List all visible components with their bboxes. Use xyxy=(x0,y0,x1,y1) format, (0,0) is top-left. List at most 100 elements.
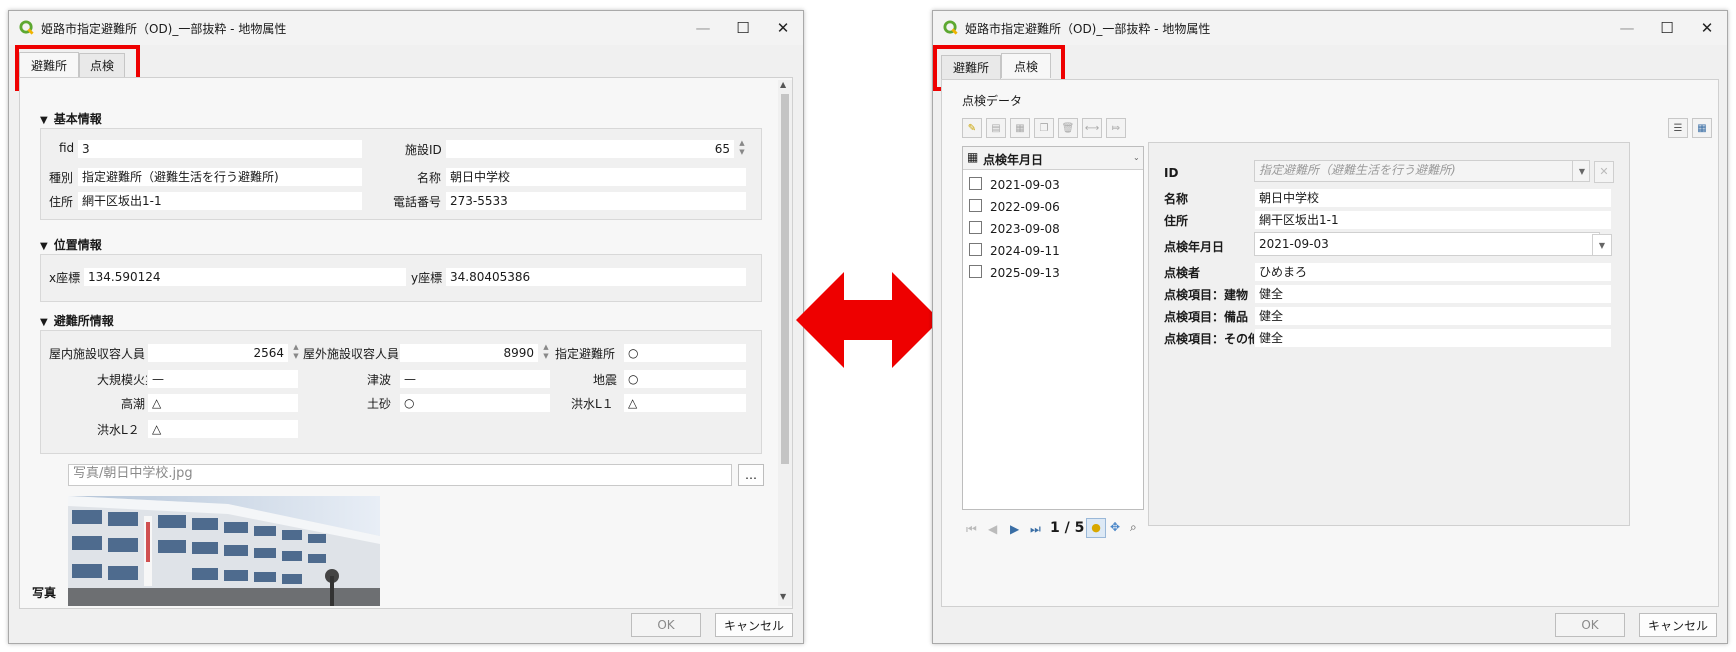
large-fire-field[interactable]: — xyxy=(147,369,299,389)
left-cancel-button[interactable]: キャンセル xyxy=(715,613,793,637)
form-date-field[interactable]: 2021-09-03 xyxy=(1254,232,1600,256)
earthquake-field[interactable]: ○ xyxy=(623,369,747,389)
maximize-icon[interactable]: ☐ xyxy=(721,16,765,40)
list-item[interactable]: 2022-09-06 xyxy=(969,199,1060,214)
left-ok-button[interactable]: OK xyxy=(631,613,701,637)
building-field[interactable]: 健全 xyxy=(1254,284,1612,304)
inspection-date-list[interactable]: ▦ 点検年月日 ⌄ 2021-09-03 2022-09-06 2023-09-… xyxy=(962,146,1144,510)
form-name-field[interactable]: 朝日中学校 xyxy=(1254,188,1612,208)
shelter-info-group: 屋内施設収容人員 2564 ▲ ▼ 屋外施設収容人員 8990 ▲ ▼ 指定避難所 … xyxy=(40,330,762,454)
id-clear-icon[interactable]: ✕ xyxy=(1594,161,1614,183)
indoor-capacity-field[interactable]: 2564 xyxy=(147,343,289,363)
indoor-capacity-spinner-icon[interactable]: ▲ ▼ xyxy=(291,343,301,363)
table-view-icon[interactable]: ▦ xyxy=(1692,118,1712,138)
list-header[interactable]: ▦ 点検年月日 ⌄ xyxy=(963,147,1143,170)
form-view-icon[interactable]: ☰ xyxy=(1668,118,1688,138)
basic-info-header[interactable]: ▼ 基本情報 xyxy=(40,110,102,127)
list-item[interactable]: 2024-09-11 xyxy=(969,243,1060,258)
checkbox[interactable] xyxy=(969,199,982,212)
duplicate-icon[interactable]: ❐ xyxy=(1034,118,1054,138)
close-icon[interactable]: ✕ xyxy=(761,16,805,40)
minimize-icon[interactable]: — xyxy=(1605,16,1649,40)
checkbox[interactable] xyxy=(969,243,982,256)
list-item[interactable]: 2021-09-03 xyxy=(969,177,1060,192)
first-record-icon[interactable]: ⏮ xyxy=(966,522,977,537)
scroll-thumb[interactable] xyxy=(781,94,789,464)
other-field[interactable]: 健全 xyxy=(1254,328,1612,348)
tsunami-field[interactable]: — xyxy=(399,369,551,389)
unlink-icon[interactable]: ⤇ xyxy=(1106,118,1126,138)
shelter-info-header[interactable]: ▼ 避難所情報 xyxy=(40,312,114,329)
minimize-icon[interactable]: — xyxy=(681,16,725,40)
type-field[interactable]: 指定避難所（避難生活を行う避難所) xyxy=(77,167,363,187)
id-combobox[interactable]: 指定避難所（避難生活を行う避難所) xyxy=(1254,160,1590,182)
highlight-bulb-icon[interactable]: ● xyxy=(1086,518,1106,538)
basic-info-title: 基本情報 xyxy=(53,112,102,126)
pan-to-icon[interactable]: ✥ xyxy=(1110,520,1120,534)
right-window-title: 姫路市指定避難所（OD)_一部抜粋 - 地物属性 xyxy=(965,22,1211,36)
checkbox[interactable] xyxy=(969,221,982,234)
scroll-down-icon[interactable]: ▼ xyxy=(780,592,786,601)
save-icon[interactable]: ▤ xyxy=(986,118,1006,138)
outdoor-capacity-field[interactable]: 8990 xyxy=(399,343,539,363)
date-dropdown-icon[interactable]: ▼ xyxy=(1592,234,1612,256)
landslide-field[interactable]: ○ xyxy=(399,393,551,413)
scroll-up-icon[interactable]: ▲ xyxy=(780,80,786,89)
storm-surge-field[interactable]: △ xyxy=(147,393,299,413)
list-item-label: 2025-09-13 xyxy=(990,266,1060,280)
fid-label: fid xyxy=(59,141,75,155)
last-record-icon[interactable]: ⏭ xyxy=(1030,522,1041,537)
facility-id-label: 施設ID xyxy=(405,143,442,157)
id-dropdown-icon[interactable]: ▼ xyxy=(1572,161,1591,181)
checkbox[interactable] xyxy=(969,177,982,190)
close-icon[interactable]: ✕ xyxy=(1685,16,1729,40)
fid-field[interactable]: 3 xyxy=(77,139,363,159)
right-cancel-button[interactable]: キャンセル xyxy=(1639,613,1717,637)
outdoor-capacity-label: 屋外施設収容人員 xyxy=(303,347,400,361)
address-label: 住所 xyxy=(49,195,74,209)
position-info-header[interactable]: ▼ 位置情報 xyxy=(40,236,102,253)
prev-record-icon[interactable]: ◀ xyxy=(988,522,997,536)
list-item-label: 2021-09-03 xyxy=(990,178,1060,192)
form-date-label: 点検年月日 xyxy=(1164,240,1225,254)
facility-id-field[interactable]: 65 xyxy=(445,139,735,159)
list-item[interactable]: 2025-09-13 xyxy=(969,265,1060,280)
designated-shelter-field[interactable]: ○ xyxy=(623,343,747,363)
add-record-icon[interactable]: ▦ xyxy=(1010,118,1030,138)
list-item[interactable]: 2023-09-08 xyxy=(969,221,1060,236)
panel-scrollbar[interactable]: ▲ ▼ xyxy=(778,80,792,606)
outdoor-capacity-spinner-icon[interactable]: ▲ ▼ xyxy=(541,343,551,363)
edit-pencil-icon[interactable]: ✎ xyxy=(962,118,982,138)
form-address-field[interactable]: 網干区坂出1-1 xyxy=(1254,210,1612,230)
address-field[interactable]: 網干区坂出1-1 xyxy=(77,191,363,211)
photo-path-input[interactable]: 写真/朝日中学校.jpg xyxy=(68,464,732,486)
equipment-field[interactable]: 健全 xyxy=(1254,306,1612,326)
checkbox[interactable] xyxy=(969,265,982,278)
maximize-icon[interactable]: ☐ xyxy=(1645,16,1689,40)
facility-id-spinner-icon[interactable]: ▲ ▼ xyxy=(737,139,747,159)
flood-l1-label: 洪水L１ xyxy=(571,397,614,411)
x-coord-field[interactable]: 134.590124 xyxy=(83,267,407,287)
flood-l1-field[interactable]: △ xyxy=(623,393,747,413)
inspection-form-body: ID 指定避難所（避難生活を行う避難所) ▼ ✕ 名称 朝日中学校 住所 網干区… xyxy=(1148,142,1630,526)
inspector-field[interactable]: ひめまろ xyxy=(1254,262,1612,282)
photo-label: 写真 xyxy=(32,586,57,600)
zoom-to-icon[interactable]: ⌕ xyxy=(1130,520,1137,535)
indoor-capacity-label: 屋内施設収容人員 xyxy=(49,347,146,361)
list-header-label: 点検年月日 xyxy=(983,153,1044,167)
right-ok-button[interactable]: OK xyxy=(1555,613,1625,637)
y-coord-field[interactable]: 34.80405386 xyxy=(445,267,747,287)
delete-icon[interactable]: 🗑 xyxy=(1058,118,1078,138)
landslide-label: 土砂 xyxy=(367,397,392,411)
phone-field[interactable]: 273-5533 xyxy=(445,191,747,211)
name-field[interactable]: 朝日中学校 xyxy=(445,167,747,187)
photo-browse-button[interactable]: … xyxy=(738,464,764,486)
list-item-label: 2024-09-11 xyxy=(990,244,1060,258)
school-building-photo xyxy=(68,496,380,606)
inspector-label: 点検者 xyxy=(1164,266,1201,280)
next-record-icon[interactable]: ▶ xyxy=(1010,522,1019,536)
flood-l2-field[interactable]: △ xyxy=(147,419,299,439)
position-info-title: 位置情報 xyxy=(53,238,102,252)
designated-shelter-label: 指定避難所 xyxy=(555,347,616,361)
link-icon[interactable]: ⟷ xyxy=(1082,118,1102,138)
